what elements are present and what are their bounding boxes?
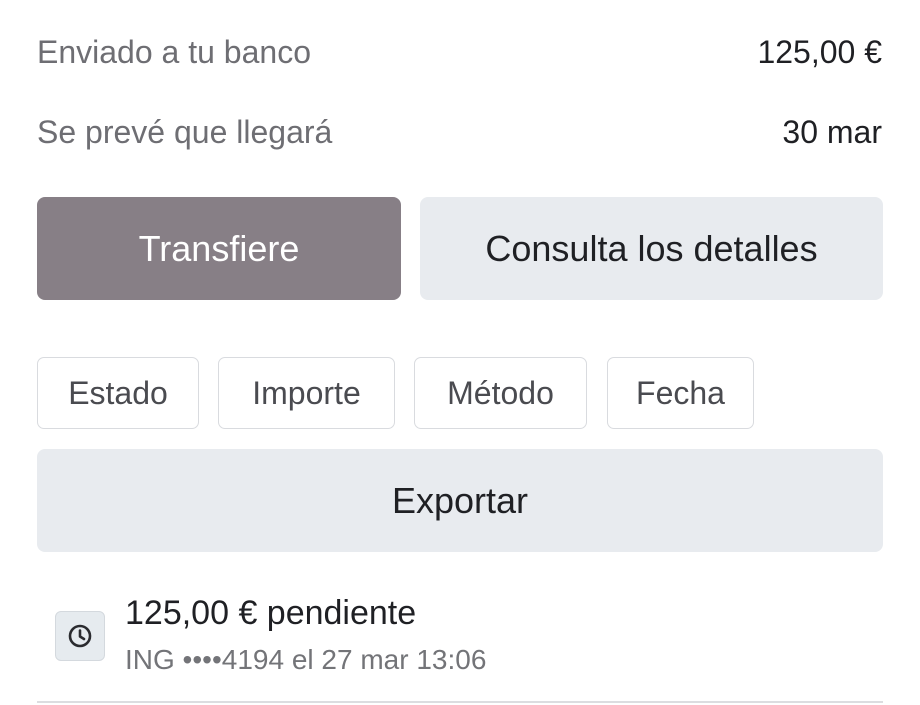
sent-to-bank-label: Enviado a tu banco xyxy=(37,34,311,70)
payout-amount-status: 125,00 € pendiente xyxy=(125,594,417,632)
transfer-button[interactable]: Transfiere xyxy=(37,197,401,300)
filter-status-chip[interactable]: Estado xyxy=(37,357,199,429)
payout-list-item[interactable]: 125,00 € pendiente ING ••••4194 el 27 ma… xyxy=(37,585,883,701)
list-divider xyxy=(37,701,883,703)
expected-arrival-row: Se prevé que llegará 30 mar xyxy=(37,112,882,152)
filter-method-chip[interactable]: Método xyxy=(414,357,587,429)
payout-page: Enviado a tu banco 125,00 € Se prevé que… xyxy=(0,0,920,705)
clock-icon xyxy=(55,611,105,661)
view-details-button[interactable]: Consulta los detalles xyxy=(420,197,883,300)
expected-arrival-date: 30 mar xyxy=(782,114,882,150)
payout-bank-date: ING ••••4194 el 27 mar 13:06 xyxy=(125,644,487,675)
filter-date-chip[interactable]: Fecha xyxy=(607,357,754,429)
filter-amount-chip[interactable]: Importe xyxy=(218,357,395,429)
sent-to-bank-amount: 125,00 € xyxy=(757,34,882,70)
sent-to-bank-row: Enviado a tu banco 125,00 € xyxy=(37,32,882,72)
expected-arrival-label: Se prevé que llegará xyxy=(37,114,333,150)
export-button[interactable]: Exportar xyxy=(37,449,883,552)
